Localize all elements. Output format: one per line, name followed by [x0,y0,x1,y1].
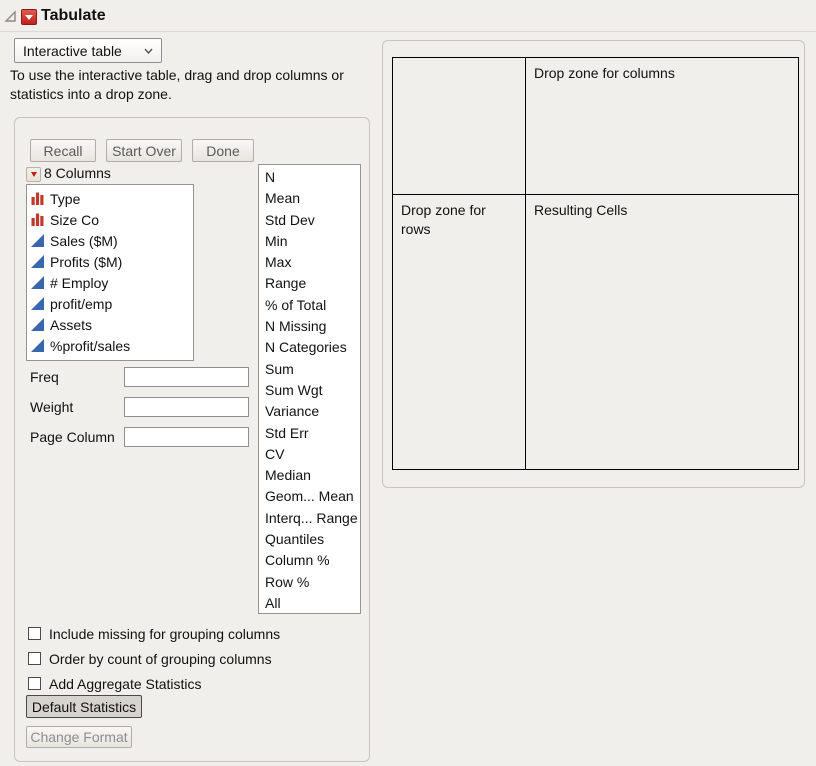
statistic-item[interactable]: N Missing [259,316,360,337]
checkbox-row[interactable]: Include missing for grouping columns [28,621,280,646]
column-item[interactable]: Size Co [27,209,193,230]
statistic-item[interactable]: Sum Wgt [259,380,360,401]
column-item-label: Assets [50,317,92,333]
statistic-item[interactable]: Std Dev [259,210,360,231]
statistics-list: N Mean Std Dev Min Max Range % of Total … [258,164,361,614]
columns-list: Type Size Co [26,184,194,361]
weight-label: Weight [30,399,73,415]
column-type-icon [31,234,44,247]
drop-zone-corner[interactable] [393,58,526,195]
statistic-item[interactable]: N [259,167,360,188]
recall-button[interactable]: Recall [30,139,96,162]
statistic-item[interactable]: Interq... Range [259,508,360,529]
red-triangle-menu-icon[interactable] [21,9,37,25]
checkbox-icon[interactable] [28,627,41,640]
statistic-item[interactable]: Min [259,231,360,252]
drop-zone-rows[interactable]: Drop zone for rows [393,195,526,469]
statistic-item[interactable]: Max [259,252,360,273]
done-button[interactable]: Done [192,139,254,162]
statistic-item[interactable]: All [259,593,360,614]
statistic-item[interactable]: Median [259,465,360,486]
statistic-item[interactable]: Geom... Mean [259,486,360,507]
header: Tabulate [0,0,816,32]
checkbox-icon[interactable] [28,652,41,665]
change-format-button[interactable]: Change Format [26,726,132,748]
page-column-input[interactable] [124,427,249,447]
columns-count-label: 8 Columns [44,165,111,181]
column-item[interactable]: profit/emp [27,293,193,314]
instruction-text: To use the interactive table, drag and d… [10,66,382,104]
statistic-item[interactable]: Sum [259,359,360,380]
table-mode-dropdown[interactable]: Interactive table [14,38,162,63]
column-item-label: Size Co [50,212,99,228]
statistic-item[interactable]: Row % [259,572,360,593]
tabulate-window: Tabulate Interactive table To use the in… [0,0,816,766]
statistic-item[interactable]: Mean [259,188,360,209]
column-type-icon [31,276,44,289]
statistic-item[interactable]: % of Total [259,295,360,316]
disclosure-triangle-icon[interactable] [4,10,17,23]
resulting-cells-zone[interactable]: Resulting Cells [526,195,798,469]
start-over-button[interactable]: Start Over [106,139,182,162]
drop-table: Drop zone for columns Drop zone for rows… [392,57,799,470]
column-item[interactable]: Assets [27,314,193,335]
statistic-item[interactable]: CV [259,444,360,465]
checkbox-row[interactable]: Add Aggregate Statistics [28,671,280,696]
checkbox-label: Add Aggregate Statistics [49,676,202,692]
column-item-label: %profit/sales [50,338,130,354]
statistic-item[interactable]: Column % [259,550,360,571]
default-statistics-button[interactable]: Default Statistics [26,695,142,718]
column-item[interactable]: Sales ($M) [27,230,193,251]
column-item[interactable]: %profit/sales [27,335,193,356]
page-title: Tabulate [41,7,106,25]
column-item-label: # Employ [50,275,108,291]
column-type-icon [31,192,44,205]
column-item-label: Profits ($M) [50,254,122,270]
column-item[interactable]: Type [27,188,193,209]
checkbox-label: Order by count of grouping columns [49,651,272,667]
weight-input[interactable] [124,397,249,417]
column-type-icon [31,213,44,226]
options-checkbox-group: Include missing for grouping columns Ord… [28,621,280,696]
column-type-icon [31,255,44,268]
column-item[interactable]: # Employ [27,272,193,293]
drop-zone-columns[interactable]: Drop zone for columns [526,58,798,195]
column-type-icon [31,339,44,352]
statistic-item[interactable]: Variance [259,401,360,422]
chevron-down-icon [144,48,153,54]
column-type-icon [31,297,44,310]
column-item[interactable]: Profits ($M) [27,251,193,272]
page-column-label: Page Column [30,429,115,445]
statistic-item[interactable]: Range [259,273,360,294]
checkbox-row[interactable]: Order by count of grouping columns [28,646,280,671]
column-type-icon [31,318,44,331]
checkbox-label: Include missing for grouping columns [49,626,280,642]
columns-red-triangle-icon[interactable] [26,167,41,182]
statistic-item[interactable]: Quantiles [259,529,360,550]
column-item-label: profit/emp [50,296,112,312]
freq-label: Freq [30,369,59,385]
statistic-item[interactable]: Std Err [259,423,360,444]
table-mode-value: Interactive table [23,43,144,59]
column-item-label: Sales ($M) [50,233,118,249]
column-item-label: Type [50,191,80,207]
checkbox-icon[interactable] [28,677,41,690]
statistic-item[interactable]: N Categories [259,337,360,358]
freq-input[interactable] [124,367,249,387]
